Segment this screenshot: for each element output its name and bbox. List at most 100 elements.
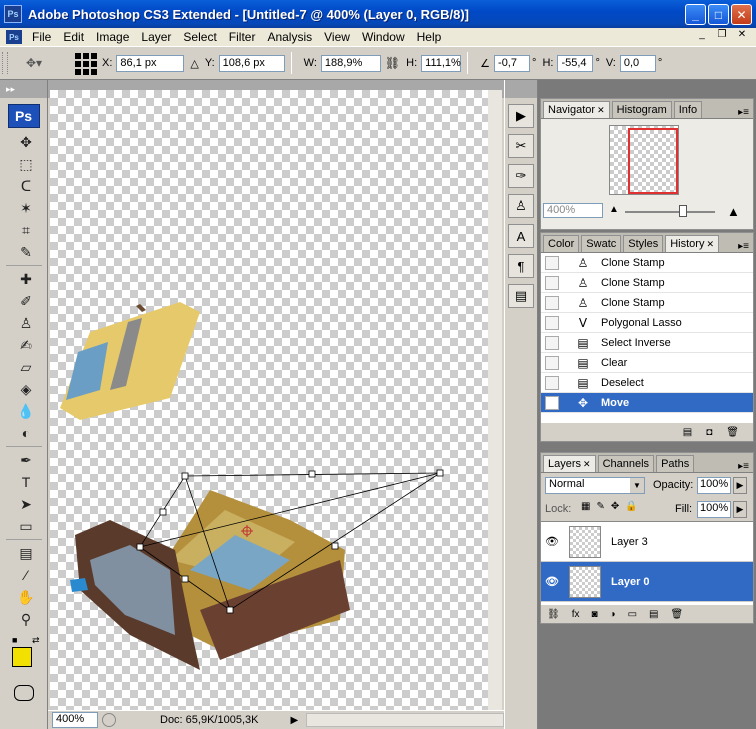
navigator-view-box[interactable]: [628, 128, 678, 194]
history-item[interactable]: ▤ Select Inverse: [541, 333, 753, 353]
paint-bucket-icon[interactable]: ◈: [12, 379, 40, 399]
horizontal-scrollbar[interactable]: [306, 713, 504, 727]
swap-colors-icon[interactable]: ⇄: [32, 635, 40, 646]
zoom-out-icon[interactable]: ▲: [609, 204, 619, 215]
history-item[interactable]: ♙ Clone Stamp: [541, 273, 753, 293]
tab-color[interactable]: Color: [543, 235, 580, 252]
opacity-slider-arrow-icon[interactable]: ▶: [733, 477, 747, 494]
clone-source-icon[interactable]: ♙: [508, 194, 534, 218]
eye-icon[interactable]: 👁: [541, 535, 563, 548]
minimize-button[interactable]: _: [685, 4, 706, 25]
menu-filter[interactable]: Filter: [223, 30, 262, 44]
tool-preset-picker[interactable]: ✥▾: [16, 52, 52, 74]
layer-row-selected[interactable]: 👁 Layer 0: [541, 562, 753, 602]
toolbox-header[interactable]: ▸▸: [0, 80, 47, 98]
history-source-checkbox[interactable]: [545, 355, 559, 370]
blur-tool-icon[interactable]: 💧: [12, 401, 40, 421]
tab-swatches[interactable]: Swatc: [581, 235, 622, 252]
dock-header[interactable]: [505, 80, 537, 98]
app-icon[interactable]: Ps: [4, 5, 22, 23]
x-field[interactable]: 86,1 px: [116, 54, 185, 72]
canvas[interactable]: [50, 90, 490, 710]
delete-layer-icon[interactable]: 🗑: [670, 609, 683, 620]
reference-point-grid[interactable]: [74, 52, 97, 75]
opacity-field[interactable]: 100%: [697, 477, 731, 494]
rotate-field[interactable]: -0,7: [494, 54, 531, 72]
menu-view[interactable]: View: [318, 30, 356, 44]
blend-mode-select[interactable]: Normal ▼: [545, 477, 645, 494]
history-source-checkbox[interactable]: [545, 375, 559, 390]
panel-menu-icon[interactable]: ▸≡: [738, 461, 749, 472]
brushes-panel-icon[interactable]: ✑: [508, 164, 534, 188]
menu-window[interactable]: Window: [356, 30, 411, 44]
maximize-button[interactable]: □: [708, 4, 729, 25]
eye-icon[interactable]: 👁: [541, 575, 563, 588]
close-button[interactable]: ✕: [731, 4, 752, 25]
fill-slider-arrow-icon[interactable]: ▶: [733, 501, 747, 518]
new-layer-icon[interactable]: ▤: [649, 609, 658, 620]
dodge-tool-icon[interactable]: ◐: [12, 423, 40, 443]
lock-transparent-icon[interactable]: ▦: [581, 501, 590, 512]
tab-histogram[interactable]: Histogram: [611, 101, 672, 118]
vskew-field[interactable]: 0,0: [619, 54, 656, 72]
menu-file[interactable]: File: [26, 30, 57, 44]
menu-analysis[interactable]: Analysis: [261, 30, 318, 44]
width-field[interactable]: 188,9%: [320, 54, 381, 72]
link-icon[interactable]: ⛓: [385, 56, 400, 70]
history-source-checkbox[interactable]: [545, 335, 559, 350]
document-icon[interactable]: Ps: [6, 30, 22, 44]
tab-styles[interactable]: Styles: [623, 235, 664, 252]
options-grip[interactable]: [2, 52, 8, 74]
navigator-thumbnail[interactable]: [609, 125, 679, 195]
menu-select[interactable]: Select: [177, 30, 222, 44]
lock-all-icon[interactable]: 🔒: [625, 501, 637, 512]
quick-mask-icon[interactable]: [13, 685, 34, 701]
doc-close-button[interactable]: ✕: [734, 29, 750, 43]
lock-position-icon[interactable]: ✥: [611, 501, 619, 512]
zoom-field[interactable]: 400%: [52, 712, 98, 728]
path-selection-icon[interactable]: ➤: [12, 494, 40, 514]
new-snapshot-icon[interactable]: ◘: [706, 427, 712, 438]
history-brush-icon[interactable]: ✍: [12, 335, 40, 355]
history-item[interactable]: ♙ Clone Stamp: [541, 293, 753, 313]
type-tool-icon[interactable]: T: [12, 472, 40, 492]
tab-paths[interactable]: Paths: [656, 455, 695, 472]
height-field[interactable]: 111,1%: [421, 54, 462, 72]
layer-mask-icon[interactable]: ◙: [591, 609, 597, 620]
history-item[interactable]: ♙ Clone Stamp: [541, 253, 753, 273]
new-document-from-state-icon[interactable]: ▤: [683, 427, 692, 438]
vertical-scrollbar[interactable]: [488, 90, 502, 710]
y-field[interactable]: 108,6 px: [218, 54, 285, 72]
tab-history[interactable]: History ✕: [665, 235, 720, 252]
menu-image[interactable]: Image: [90, 30, 135, 44]
navigator-zoom-field[interactable]: 400%: [543, 203, 603, 218]
fill-field[interactable]: 100%: [697, 501, 731, 518]
tab-layers[interactable]: Layers ✕: [543, 455, 596, 472]
default-colors-icon[interactable]: ■: [12, 635, 17, 645]
hskew-field[interactable]: -55,4: [557, 54, 594, 72]
tab-navigator[interactable]: Navigator ✕: [543, 101, 610, 118]
status-info-icon[interactable]: [102, 713, 116, 727]
tool-presets-icon[interactable]: ✂: [508, 134, 534, 158]
tab-info[interactable]: Info: [673, 101, 703, 118]
delete-state-icon[interactable]: 🗑: [726, 427, 739, 438]
history-source-checkbox[interactable]: [545, 295, 559, 310]
history-item[interactable]: ᐯ Polygonal Lasso: [541, 313, 753, 333]
history-source-checkbox[interactable]: [545, 395, 559, 410]
link-layers-icon[interactable]: ⛓: [547, 609, 560, 620]
relative-position-icon[interactable]: △: [190, 57, 198, 70]
history-item[interactable]: ▤ Deselect: [541, 373, 753, 393]
zoom-slider-knob[interactable]: [679, 205, 687, 217]
history-source-checkbox[interactable]: [545, 315, 559, 330]
lasso-tool-icon[interactable]: ᑕ: [12, 176, 40, 196]
actions-panel-icon[interactable]: ▶: [508, 104, 534, 128]
history-item-selected[interactable]: ✥ Move: [541, 393, 753, 413]
crop-tool-icon[interactable]: ⌗: [12, 220, 40, 240]
layer-comps-icon[interactable]: ▤: [508, 284, 534, 308]
notes-tool-icon[interactable]: ▤: [12, 543, 40, 563]
foreground-color-swatch[interactable]: [12, 647, 32, 667]
pen-tool-icon[interactable]: ✒: [12, 450, 40, 470]
marquee-tool-icon[interactable]: ⬚: [12, 154, 40, 174]
adjustment-layer-icon[interactable]: ◑: [610, 609, 616, 620]
status-menu-arrow-icon[interactable]: ▶: [290, 715, 298, 726]
